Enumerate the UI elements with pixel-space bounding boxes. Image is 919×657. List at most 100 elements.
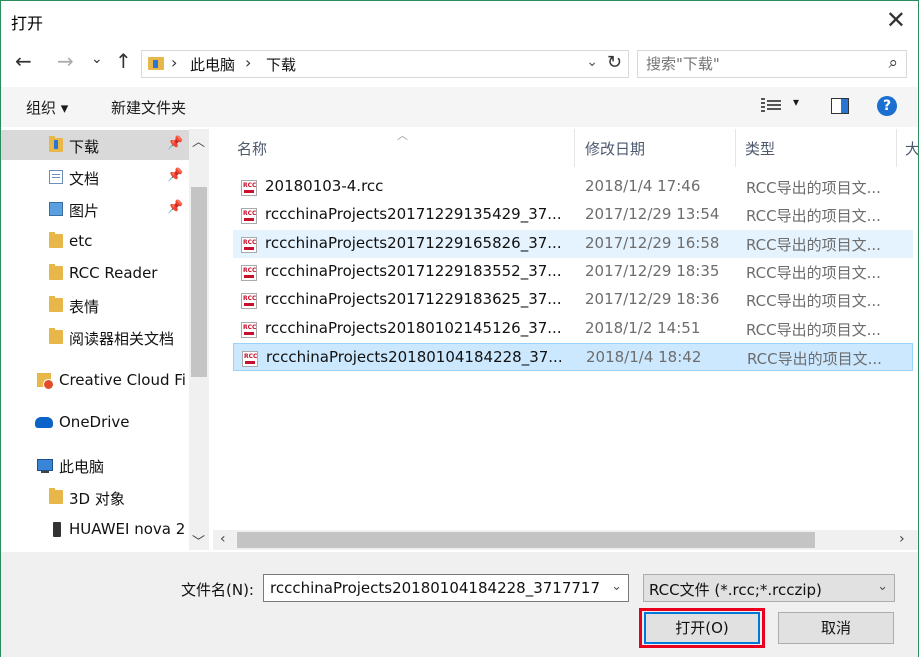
chevron-right-icon[interactable]: › [245,53,251,72]
back-arrow-icon[interactable]: ← [15,49,32,73]
sidebar-item-label: Creative Cloud Fi [59,371,186,389]
navigation-bar: ← → ⌄ ↑ › 此电脑 › 下载 ⌄ ↻ ⌕ [1,43,918,83]
open-button[interactable]: 打开(O) [644,612,760,644]
refresh-icon[interactable]: ↻ [607,52,622,73]
sidebar-item-creative-cloud[interactable]: Creative Cloud Fi [1,365,189,395]
scroll-down-icon[interactable]: ﹀ [192,531,205,550]
column-header-size[interactable]: 大 [905,138,918,159]
scrollbar-thumb[interactable] [191,187,207,377]
column-header-type[interactable]: 类型 [745,138,775,159]
filename-input[interactable] [270,578,600,598]
pin-icon[interactable]: 📌 [167,168,183,183]
file-type: RCC导出的项目文... [746,236,881,254]
address-bar[interactable]: › 此电脑 › 下载 ⌄ ↻ [141,50,629,78]
file-row[interactable]: rccchinaProjects20171229135429_37... 201… [233,201,913,229]
sidebar-item-label: 3D 对象 [69,490,125,508]
sidebar-item-reader-docs[interactable]: 阅读器相关文档 [1,322,189,352]
change-view-icon[interactable] [761,98,781,114]
up-arrow-icon[interactable]: ↑ [115,49,132,73]
pin-icon[interactable]: 📌 [167,136,183,151]
search-icon[interactable]: ⌕ [888,53,898,73]
file-row[interactable]: rccchinaProjects20171229183625_37... 201… [233,286,913,314]
chevron-down-icon[interactable]: ⌄ [586,54,598,70]
scrollbar-thumb[interactable] [237,532,815,548]
file-name: rccchinaProjects20180102145126_37... [265,319,562,337]
scroll-right-icon[interactable]: › [899,531,905,547]
file-row[interactable]: 20180103-4.rcc 2018/1/4 17:46 RCC导出的项目文.… [233,173,913,201]
sidebar-item-pictures[interactable]: 图片 📌 [1,194,189,224]
sidebar-item-rcc-reader[interactable]: RCC Reader [1,258,189,288]
organize-menu-button[interactable]: 组织 ▾ [26,97,68,118]
file-name: rccchinaProjects20171229165826_37... [265,234,562,252]
search-box[interactable]: ⌕ [637,50,907,78]
sidebar-item-documents[interactable]: 文档 📌 [1,162,189,192]
scroll-left-icon[interactable]: ‹ [220,531,226,547]
sidebar-item-label: 文档 [69,170,100,188]
breadcrumb-this-pc[interactable]: 此电脑 [190,54,235,75]
file-row[interactable]: rccchinaProjects20180102145126_37... 201… [233,315,913,343]
file-type: RCC导出的项目文... [746,292,881,310]
this-pc-icon [37,459,53,473]
sidebar-item-emoticons[interactable]: 表情 [1,290,189,320]
pin-icon[interactable]: 📌 [167,200,183,215]
sort-ascending-icon: ︿ [397,129,408,142]
column-header-name[interactable]: 名称 [237,138,267,159]
view-options-chevron-icon[interactable]: ▾ [793,95,799,109]
filename-combobox[interactable]: ⌄ [263,574,629,602]
sidebar-item-onedrive[interactable]: OneDrive [1,407,189,437]
search-input[interactable] [646,54,866,74]
command-toolbar: 组织 ▾ 新建文件夹 ▾ ? [1,87,918,127]
file-type: RCC导出的项目文... [747,350,882,368]
help-icon[interactable]: ? [877,96,897,116]
chevron-right-icon[interactable]: › [171,53,177,72]
documents-folder-icon [49,170,63,184]
file-name: rccchinaProjects20180104184228_37... [266,348,563,366]
sidebar-item-etc[interactable]: etc [1,226,189,256]
file-row-selected[interactable]: rccchinaProjects20180104184228_37... 201… [233,343,913,371]
column-header-date[interactable]: 修改日期 [585,138,645,159]
file-date: 2017/12/29 18:36 [585,290,720,308]
new-folder-button[interactable]: 新建文件夹 [111,97,186,118]
rcc-file-icon [241,208,257,224]
sidebar-item-label: 此电脑 [59,458,105,476]
filename-label: 文件名(N): [181,581,254,599]
file-row[interactable]: rccchinaProjects20171229165826_37... 201… [233,230,913,258]
file-type-value: RCC文件 (*.rcc;*.rcczip) [649,581,822,599]
rcc-file-icon [242,351,258,367]
sidebar-item-this-pc[interactable]: 此电脑 [1,450,189,480]
column-divider[interactable] [735,129,736,167]
file-list-horizontal-scrollbar[interactable]: ‹ › [213,530,918,550]
bottom-panel: 文件名(N): ⌄ RCC文件 (*.rcc;*.rcczip) ⌄ 打开(O)… [1,552,918,657]
folder-icon [49,232,63,248]
chevron-down-icon[interactable]: ⌄ [877,579,888,594]
file-type: RCC导出的项目文... [746,179,881,197]
phone-icon [53,522,61,537]
navigation-pane: 下载 📌 文档 📌 图片 📌 etc RCC Reader 表情 阅读器相关文档 [1,129,209,550]
close-icon[interactable]: ✕ [886,7,906,33]
rcc-file-icon [241,322,257,338]
cancel-button[interactable]: 取消 [778,612,894,644]
preview-pane-icon[interactable] [831,98,849,114]
rcc-file-icon [241,265,257,281]
scroll-up-icon[interactable]: ︿ [192,131,205,150]
sidebar-item-downloads[interactable]: 下载 📌 [1,130,189,160]
sidebar-item-3d-objects[interactable]: 3D 对象 [1,482,189,512]
file-row[interactable]: rccchinaProjects20171229183552_37... 201… [233,258,913,286]
breadcrumb-downloads[interactable]: 下载 [266,54,296,75]
sidebar-item-label: HUAWEI nova 2 [69,520,186,538]
chevron-down-icon[interactable]: ⌄ [611,579,622,594]
sidebar-item-huawei-phone[interactable]: HUAWEI nova 2 [1,514,189,544]
sidebar-scrollbar[interactable]: ︿ ﹀ [189,129,209,550]
folder-icon [49,264,63,280]
file-date: 2018/1/2 14:51 [585,319,701,337]
forward-arrow-icon[interactable]: → [57,49,74,73]
onedrive-cloud-icon [35,417,53,428]
column-divider[interactable] [574,129,575,167]
creative-cloud-icon [37,373,54,390]
column-divider[interactable] [896,129,897,167]
file-type-select[interactable]: RCC文件 (*.rcc;*.rcczip) ⌄ [643,574,895,602]
recent-locations-dropdown-icon[interactable]: ⌄ [91,47,103,71]
file-name: rccchinaProjects20171229135429_37... [265,205,562,223]
file-name: 20180103-4.rcc [265,177,384,195]
file-type: RCC导出的项目文... [746,264,881,282]
